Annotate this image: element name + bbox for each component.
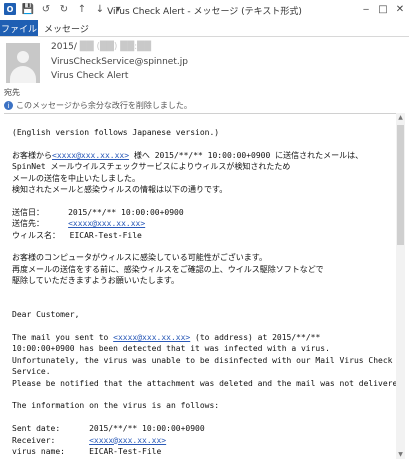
scroll-up-icon[interactable]: ▲ bbox=[396, 113, 405, 122]
sent-date-redacted-weekday: (██) bbox=[96, 42, 118, 52]
body-line bbox=[12, 412, 396, 423]
email-link[interactable]: <xxxx@xxx.xx.xx> bbox=[113, 333, 190, 342]
body-line: Receiver: <xxxx@xxx.xx.xx> bbox=[12, 435, 396, 446]
body-line bbox=[12, 138, 396, 149]
info-bar[interactable]: i このメッセージから余分な改行を削除しました。 bbox=[4, 100, 192, 111]
body-text-run: Dear Customer, bbox=[12, 310, 80, 320]
body-line: 再度メールの送信をする前に、感染ウィルスをご確認の上、ウイルス駆除ソフトなどで bbox=[12, 264, 396, 275]
sender-address[interactable]: VirusCheckService@spinnet.jp bbox=[51, 57, 188, 67]
message-body[interactable]: (English version follows Japanese versio… bbox=[4, 113, 396, 460]
body-text-run: お客様のコンピュータがウィルスに感染している可能性がございます。 bbox=[12, 253, 267, 263]
title-bar: O 💾 ↺ ↻ ↑ ↓ ▾ Virus Check Alert - メッセージ … bbox=[0, 0, 409, 20]
body-line bbox=[12, 321, 396, 332]
minimize-button[interactable]: ‒ bbox=[359, 2, 373, 16]
body-line bbox=[12, 195, 396, 206]
body-line: お客様から<xxxx@xxx.xx.xx> 様へ 2015/**/** 10:0… bbox=[12, 150, 396, 161]
body-text-run: 再度メールの送信をする前に、感染ウィルスをご確認の上、ウイルス駆除ソフトなどで bbox=[12, 264, 324, 274]
scroll-thumb[interactable] bbox=[397, 125, 404, 245]
sender-avatar bbox=[6, 43, 40, 83]
sent-date-redacted-time: ██:██ bbox=[120, 42, 151, 52]
body-text-run: (English version follows Japanese versio… bbox=[12, 128, 220, 137]
body-line: メールの送信を中止いたしました。 bbox=[12, 173, 396, 184]
message-header: 2015/ ██ (██) ██:██ VirusCheckService@sp… bbox=[0, 37, 409, 97]
body-line: ウィルス名： EICAR-Test-File bbox=[12, 230, 396, 241]
maximize-button[interactable]: □ bbox=[376, 2, 390, 16]
vertical-scrollbar[interactable]: ▲ ▼ bbox=[396, 113, 405, 459]
body-text-run: メールの送信を中止いたしました。 bbox=[12, 173, 140, 183]
sent-date: 2015/ ██ (██) ██:██ bbox=[51, 42, 151, 52]
body-text-run: 検知されたメールと感染ウィルスの情報は以下の通りです。 bbox=[12, 184, 228, 194]
close-button[interactable]: ✕ bbox=[393, 2, 407, 16]
body-line: The mail you sent to <xxxx@xxx.xx.xx> (t… bbox=[12, 332, 396, 343]
body-line: The information on the virus is an follo… bbox=[12, 400, 396, 411]
body-line: Service. bbox=[12, 366, 396, 377]
window-controls: ‒ □ ✕ bbox=[359, 2, 407, 16]
body-text-run: 10:00:00+0900 has been detected that it … bbox=[12, 344, 330, 354]
tab-file[interactable]: ファイル bbox=[0, 20, 38, 36]
avatar-head-shape bbox=[17, 51, 29, 63]
body-text-run: Unfortunately, the virus was unable to b… bbox=[12, 355, 393, 365]
body-line: お客様のコンピュータがウィルスに感染している可能性がございます。 bbox=[12, 252, 396, 263]
sent-date-redacted-day: ██ bbox=[79, 42, 94, 52]
message-body-text: (English version follows Japanese versio… bbox=[12, 127, 396, 460]
body-line bbox=[12, 298, 396, 309]
ribbon-tabs: ファイル メッセージ bbox=[0, 20, 409, 37]
body-line: 10:00:00+0900 has been detected that it … bbox=[12, 343, 396, 354]
body-line: Dear Customer, bbox=[12, 309, 396, 320]
body-text-run: (to address) at 2015/**/** bbox=[190, 333, 321, 343]
body-text-run: The information on the virus is an follo… bbox=[12, 401, 220, 411]
body-line: (English version follows Japanese versio… bbox=[12, 127, 396, 138]
email-link[interactable]: <xxxx@xxx.xx.xx> bbox=[52, 151, 129, 160]
body-line bbox=[12, 286, 396, 297]
body-line bbox=[12, 389, 396, 400]
to-label: 宛先 bbox=[4, 88, 20, 97]
body-line bbox=[12, 457, 396, 460]
body-line: 駆除していただきますようお願いいたします。 bbox=[12, 275, 396, 286]
body-text-run: 送信先： bbox=[12, 219, 69, 229]
email-link[interactable]: <xxxx@xxx.xx.xx> bbox=[89, 436, 166, 445]
avatar-body-shape bbox=[10, 66, 36, 83]
body-line: Please be notified that the attachment w… bbox=[12, 378, 396, 389]
body-text-run: 駆除していただきますようお願いいたします。 bbox=[12, 276, 179, 286]
body-text-run: 送信日： 2015/**/** 10:00:00+0900 bbox=[12, 207, 184, 217]
body-text-run: virus name: EICAR-Test-File bbox=[12, 446, 162, 456]
tab-message[interactable]: メッセージ bbox=[44, 20, 89, 36]
scroll-down-icon[interactable]: ▼ bbox=[396, 450, 405, 459]
body-line: 送信先： <xxxx@xxx.xx.xx> bbox=[12, 218, 396, 229]
body-line: virus name: EICAR-Test-File bbox=[12, 446, 396, 457]
body-text-run: Please be notified that the attachment w… bbox=[12, 378, 396, 388]
body-text-run: Service. bbox=[12, 367, 51, 377]
info-bar-text: このメッセージから余分な改行を削除しました。 bbox=[16, 101, 192, 110]
body-text-run: Sent date: 2015/**/** 10:00:00+0900 bbox=[12, 424, 205, 434]
body-line: 検知されたメールと感染ウィルスの情報は以下の通りです。 bbox=[12, 184, 396, 195]
body-text-run: 様へ 2015/**/** 10:00:00+0900 に送信されたメールは、 bbox=[129, 150, 364, 160]
body-line: SpinNet メールウイルスチェックサービスによりウィルスが検知されたため bbox=[12, 161, 396, 172]
body-text-run: お客様から bbox=[12, 150, 52, 160]
body-text-run: The mail you sent to bbox=[12, 333, 114, 343]
body-text-run: Receiver: bbox=[12, 435, 90, 445]
body-text-run: ウィルス名： EICAR-Test-File bbox=[12, 230, 142, 240]
sent-date-year: 2015/ bbox=[51, 42, 77, 52]
body-text-run: SpinNet メールウイルスチェックサービスによりウィルスが検知されたため bbox=[12, 162, 291, 172]
body-line: 送信日： 2015/**/** 10:00:00+0900 bbox=[12, 207, 396, 218]
window-title: Virus Check Alert - メッセージ (テキスト形式) bbox=[107, 7, 302, 17]
message-subject: Virus Check Alert bbox=[51, 71, 129, 81]
body-line bbox=[12, 241, 396, 252]
body-line: Unfortunately, the virus was unable to b… bbox=[12, 355, 396, 366]
info-icon: i bbox=[4, 101, 13, 110]
body-line: Sent date: 2015/**/** 10:00:00+0900 bbox=[12, 423, 396, 434]
email-link[interactable]: <xxxx@xxx.xx.xx> bbox=[68, 219, 145, 228]
